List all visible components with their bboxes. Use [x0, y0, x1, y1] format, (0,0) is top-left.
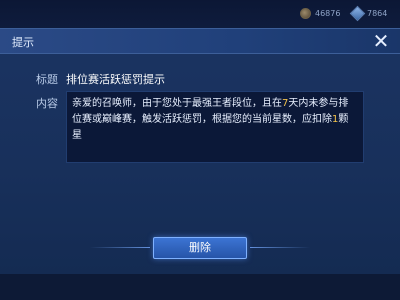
gem-icon — [349, 5, 366, 22]
title-label: 标题 — [36, 73, 58, 86]
top-bar: 46876 7864 — [0, 0, 400, 28]
gold-currency: 46876 — [300, 8, 340, 19]
notice-dialog: 提示 ✕ 标题 排位赛活跃惩罚提示 内容 亲爱的召唤师，由于您处于最强王者段位，… — [0, 28, 400, 275]
content-label: 内容 — [36, 97, 58, 110]
gem-currency: 7864 — [349, 5, 388, 22]
dialog-title: 提示 — [12, 36, 34, 49]
message-content: 亲爱的召唤师，由于您处于最强王者段位，且在7天内未参与排位赛或巅峰赛，触发活跃惩… — [66, 91, 364, 163]
delete-button[interactable]: 删除 — [153, 237, 247, 259]
gem-amount: 7864 — [367, 9, 388, 18]
content-text-1: 亲爱的召唤师，由于您处于最强王者段位，且在 — [72, 98, 282, 109]
button-glow-left — [90, 247, 150, 248]
message-title: 排位赛活跃惩罚提示 — [66, 73, 165, 86]
bottom-strip — [0, 274, 400, 300]
button-glow-right — [250, 247, 310, 248]
gold-amount: 46876 — [315, 9, 341, 18]
dialog-header: 提示 ✕ — [0, 29, 400, 54]
close-icon[interactable]: ✕ — [370, 30, 392, 52]
gold-coin-icon — [300, 8, 311, 19]
